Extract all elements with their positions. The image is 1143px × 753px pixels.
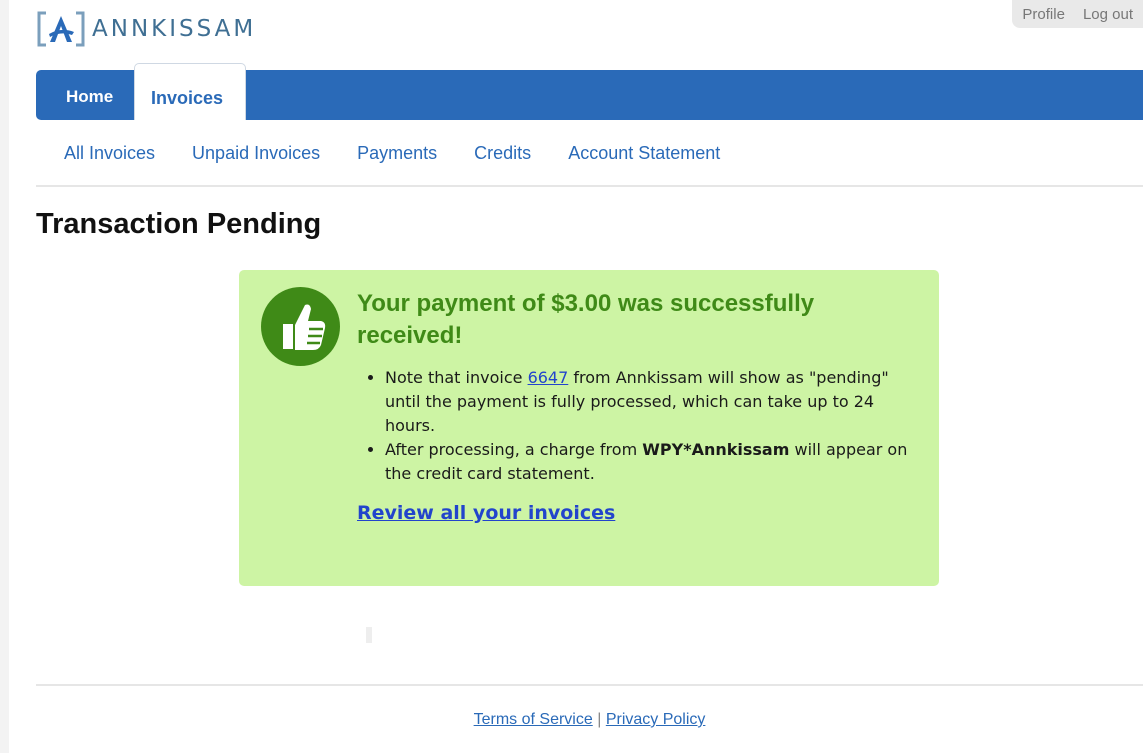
note-charge-prefix: After processing, a charge from bbox=[385, 440, 643, 459]
subnav-unpaid-invoices[interactable]: Unpaid Invoices bbox=[192, 143, 320, 164]
annkissam-logo-icon bbox=[36, 9, 86, 49]
main-nav: Home Invoices bbox=[36, 63, 1143, 120]
subnav-divider bbox=[36, 185, 1143, 187]
subnav-all-invoices[interactable]: All Invoices bbox=[64, 143, 155, 164]
left-edge-strip bbox=[0, 0, 9, 753]
profile-link[interactable]: Profile bbox=[1022, 6, 1065, 23]
privacy-policy-link[interactable]: Privacy Policy bbox=[606, 711, 706, 728]
footer: Terms of Service | Privacy Policy bbox=[36, 711, 1143, 729]
page-title: Transaction Pending bbox=[36, 208, 322, 240]
list-item: Note that invoice 6647 from Annkissam wi… bbox=[385, 366, 925, 438]
tab-home[interactable]: Home bbox=[66, 87, 113, 107]
thumbs-up-icon bbox=[261, 287, 340, 366]
tab-invoices-label: Invoices bbox=[151, 88, 224, 108]
subnav-payments[interactable]: Payments bbox=[357, 143, 437, 164]
review-invoices-link[interactable]: Review all your invoices bbox=[357, 502, 615, 524]
invoices-sub-nav: All Invoices Unpaid Invoices Payments Cr… bbox=[64, 143, 757, 164]
brand-logo[interactable]: ANNKISSAM bbox=[36, 9, 256, 49]
tab-invoices[interactable]: Invoices bbox=[134, 63, 246, 120]
payment-notes-list: Note that invoice 6647 from Annkissam wi… bbox=[369, 366, 925, 486]
note-pending-prefix: Note that invoice bbox=[385, 368, 528, 387]
invoice-number-link[interactable]: 6647 bbox=[528, 368, 569, 387]
list-item: After processing, a charge from WPY*Annk… bbox=[385, 438, 925, 486]
merchant-descriptor: WPY*Annkissam bbox=[642, 440, 790, 459]
user-menu: Profile Log out bbox=[1012, 0, 1143, 28]
footer-divider bbox=[36, 684, 1143, 686]
page: ANNKISSAM Profile Log out Home Invoices … bbox=[36, 0, 1143, 753]
success-heading: Your payment of $3.00 was successfully r… bbox=[357, 290, 815, 349]
logout-link[interactable]: Log out bbox=[1083, 6, 1133, 23]
terms-of-service-link[interactable]: Terms of Service bbox=[474, 711, 593, 728]
subnav-account-statement[interactable]: Account Statement bbox=[568, 143, 720, 164]
brand-name: ANNKISSAM bbox=[92, 16, 257, 42]
faint-marker bbox=[366, 627, 372, 643]
footer-separator: | bbox=[597, 711, 602, 728]
subnav-credits[interactable]: Credits bbox=[474, 143, 531, 164]
payment-success-panel: Your payment of $3.00 was successfully r… bbox=[239, 270, 939, 586]
